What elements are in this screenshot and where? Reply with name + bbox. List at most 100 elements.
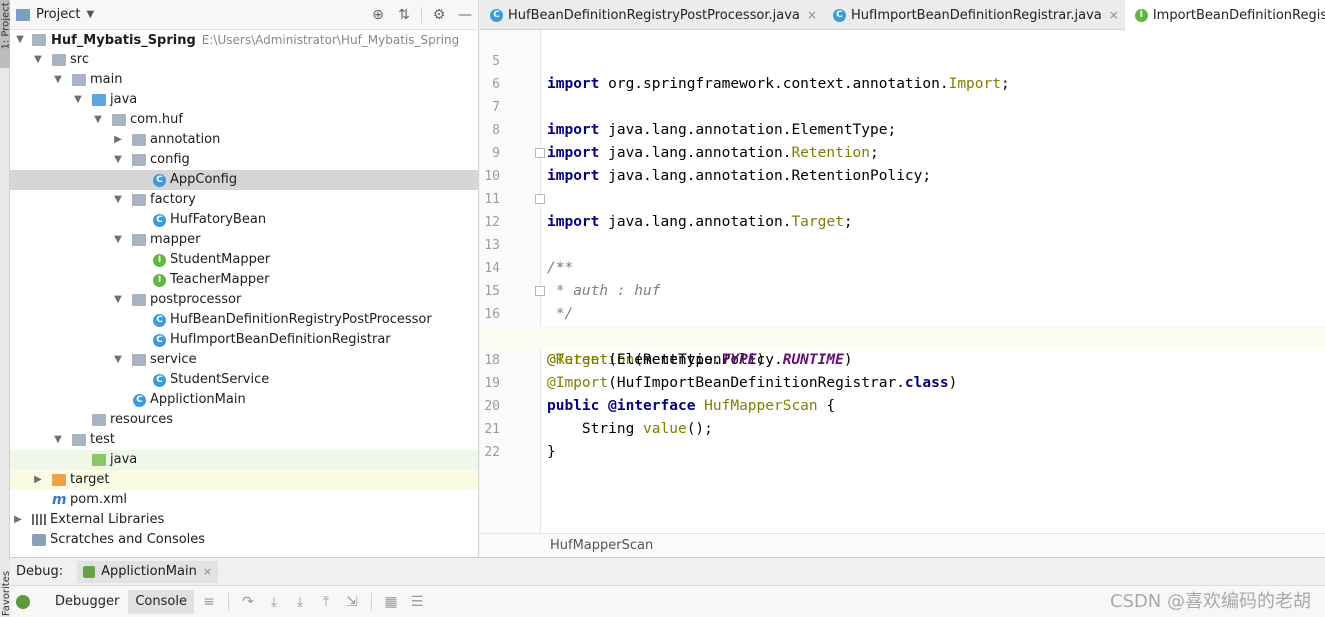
gear-icon[interactable]: ⚙	[426, 7, 452, 23]
tree-item-config[interactable]: ▼ config	[10, 150, 478, 170]
tab-console[interactable]: Console	[128, 589, 194, 614]
tree-item-main[interactable]: ▼ main	[10, 70, 478, 90]
tree-item-label: java	[110, 92, 138, 107]
tree-item-annotation[interactable]: ▶ annotation	[10, 130, 478, 150]
chevron-right-icon[interactable]: ▶	[12, 510, 24, 530]
tab-import-bean-registrar[interactable]: I ImportBeanDefinitionRegistrar.java ×	[1124, 0, 1325, 30]
chevron-down-icon[interactable]: ▼	[52, 430, 64, 450]
breadcrumb-item[interactable]: HufMapperScan	[550, 538, 653, 553]
collapse-icon[interactable]: ⇅	[391, 7, 417, 23]
tree-item-src[interactable]: ▼ src	[10, 50, 478, 70]
fold-marker-icon[interactable]	[535, 194, 545, 204]
project-path: E:\Users\Administrator\Huf_Mybatis_Sprin…	[201, 33, 460, 47]
chevron-down-icon[interactable]: ▼	[112, 290, 124, 310]
code-line: 20 String value();	[480, 372, 1325, 437]
tree-item-label: com.huf	[130, 112, 183, 127]
chevron-down-icon[interactable]: ▼	[52, 70, 64, 90]
trace-icon[interactable]: ☰	[404, 594, 430, 610]
evaluate-icon[interactable]: ▦	[378, 594, 404, 610]
chevron-down-icon[interactable]: ▼	[112, 350, 124, 370]
tree-item-label: config	[150, 152, 190, 167]
module-folder-icon	[32, 34, 46, 46]
chevron-right-icon[interactable]: ▶	[112, 130, 124, 150]
tree-item-studentmapper[interactable]: I StudentMapper	[10, 250, 478, 270]
code-line: 10 import java.lang.annotation.Target;	[480, 142, 1325, 230]
tree-item-external-libraries[interactable]: ▶ External Libraries	[10, 510, 478, 530]
project-title[interactable]: Project	[36, 7, 80, 22]
close-icon[interactable]: ×	[807, 8, 817, 22]
project-tool-tab[interactable]: 1: Project	[0, 0, 12, 68]
tree-item-applictionmain[interactable]: C ApplictionMain	[10, 390, 478, 410]
tree-item-label: ApplictionMain	[150, 392, 246, 407]
class-icon: C	[153, 334, 166, 347]
tree-item-appconfig[interactable]: C AppConfig	[10, 170, 478, 190]
tree-item-label: factory	[150, 192, 196, 207]
tree-item-studentservice[interactable]: C StudentService	[10, 370, 478, 390]
tree-item-target[interactable]: ▶ target	[10, 470, 478, 490]
tree-item-package[interactable]: ▼ com.huf	[10, 110, 478, 130]
tree-item-scratches[interactable]: Scratches and Consoles	[10, 530, 478, 550]
tree-item-label: Huf_Mybatis_Spring	[51, 33, 196, 48]
code-line: 12 /**	[480, 188, 1325, 276]
tree-item-importregistrar[interactable]: C HufImportBeanDefinitionRegistrar	[10, 330, 478, 350]
interface-icon: I	[1134, 8, 1148, 22]
breadcrumb[interactable]: HufMapperScan	[480, 533, 1325, 557]
tree-item-service[interactable]: ▼ service	[10, 350, 478, 370]
step-into-icon[interactable]: ⤓	[261, 594, 287, 610]
package-icon	[132, 294, 146, 306]
bug-icon[interactable]	[16, 594, 30, 609]
tree-item-mapper[interactable]: ▼ mapper	[10, 230, 478, 250]
tab-debugger[interactable]: Debugger	[48, 590, 126, 614]
code-line: 11	[480, 165, 1325, 207]
chevron-down-icon[interactable]: ▼	[72, 90, 84, 110]
target-icon[interactable]: ⊕	[365, 7, 391, 23]
package-icon	[132, 194, 146, 206]
tree-item-pom[interactable]: m pom.xml	[10, 490, 478, 510]
chevron-down-icon[interactable]: ▼	[112, 150, 124, 170]
chevron-down-icon[interactable]: ▼	[86, 9, 94, 20]
tree-item-project-root[interactable]: ▼ Huf_Mybatis_Spring E:\Users\Administrat…	[10, 30, 478, 50]
tree-item-factory[interactable]: ▼ factory	[10, 190, 478, 210]
run-to-cursor-icon[interactable]: ⇲	[339, 594, 365, 610]
menu-icon[interactable]: ≡	[196, 594, 222, 610]
package-icon	[132, 154, 146, 166]
favorites-tool-strip: Favorites	[0, 560, 12, 617]
tree-item-registrypostprocessor[interactable]: C HufBeanDefinitionRegistryPostProcessor	[10, 310, 478, 330]
close-icon[interactable]: ×	[203, 565, 212, 578]
tab-import-registrar[interactable]: C HufImportBeanDefinitionRegistrar.java …	[823, 0, 1125, 30]
tree-item-postprocessor[interactable]: ▼ postprocessor	[10, 290, 478, 310]
fold-marker-icon[interactable]	[535, 148, 545, 158]
force-step-into-icon[interactable]: ⤓	[287, 594, 313, 610]
debug-session-tab[interactable]: ApplictionMain ×	[77, 560, 219, 583]
tree-item-label: HufFatoryBean	[170, 212, 267, 227]
chevron-down-icon[interactable]: ▼	[112, 190, 124, 210]
tab-registry-postprocessor[interactable]: C HufBeanDefinitionRegistryPostProcessor…	[480, 0, 823, 30]
chevron-down-icon[interactable]: ▼	[32, 50, 44, 70]
chevron-down-icon[interactable]: ▼	[14, 30, 26, 50]
debug-tool-header: Debug: ApplictionMain ×	[10, 557, 1325, 585]
chevron-down-icon[interactable]: ▼	[92, 110, 104, 130]
tree-item-test-java[interactable]: java	[10, 450, 478, 470]
close-icon[interactable]: ×	[1109, 8, 1119, 22]
tree-item-test[interactable]: ▼ test	[10, 430, 478, 450]
watermark: CSDN @喜欢编码的老胡	[1109, 591, 1311, 612]
fold-marker-icon[interactable]	[535, 286, 545, 296]
minimize-icon[interactable]: —	[452, 7, 478, 23]
chevron-down-icon[interactable]: ▼	[112, 230, 124, 250]
project-tree: ▼ Huf_Mybatis_Spring E:\Users\Administrat…	[10, 30, 478, 550]
step-out-icon[interactable]: ⤒	[313, 594, 339, 610]
code-area[interactable]: 5 import org.springframework.context.ann…	[480, 30, 1325, 533]
tree-item-java[interactable]: ▼ java	[10, 90, 478, 110]
tree-item-huffatorybean[interactable]: C HufFatoryBean	[10, 210, 478, 230]
code-line: 15 */	[480, 257, 1325, 322]
chevron-right-icon[interactable]: ▶	[32, 470, 44, 490]
tree-item-label: annotation	[150, 132, 221, 147]
test-folder-icon	[92, 454, 106, 466]
run-config-icon	[83, 565, 96, 578]
code-line: 8 import java.lang.annotation.Retention;	[480, 96, 1325, 161]
code-line: 7 import java.lang.annotation.ElementTyp…	[480, 73, 1325, 138]
tree-item-resources[interactable]: resources	[10, 410, 478, 430]
tree-item-label: resources	[110, 412, 174, 427]
step-over-icon[interactable]: ↷	[235, 594, 261, 610]
tree-item-teachermapper[interactable]: I TeacherMapper	[10, 270, 478, 290]
